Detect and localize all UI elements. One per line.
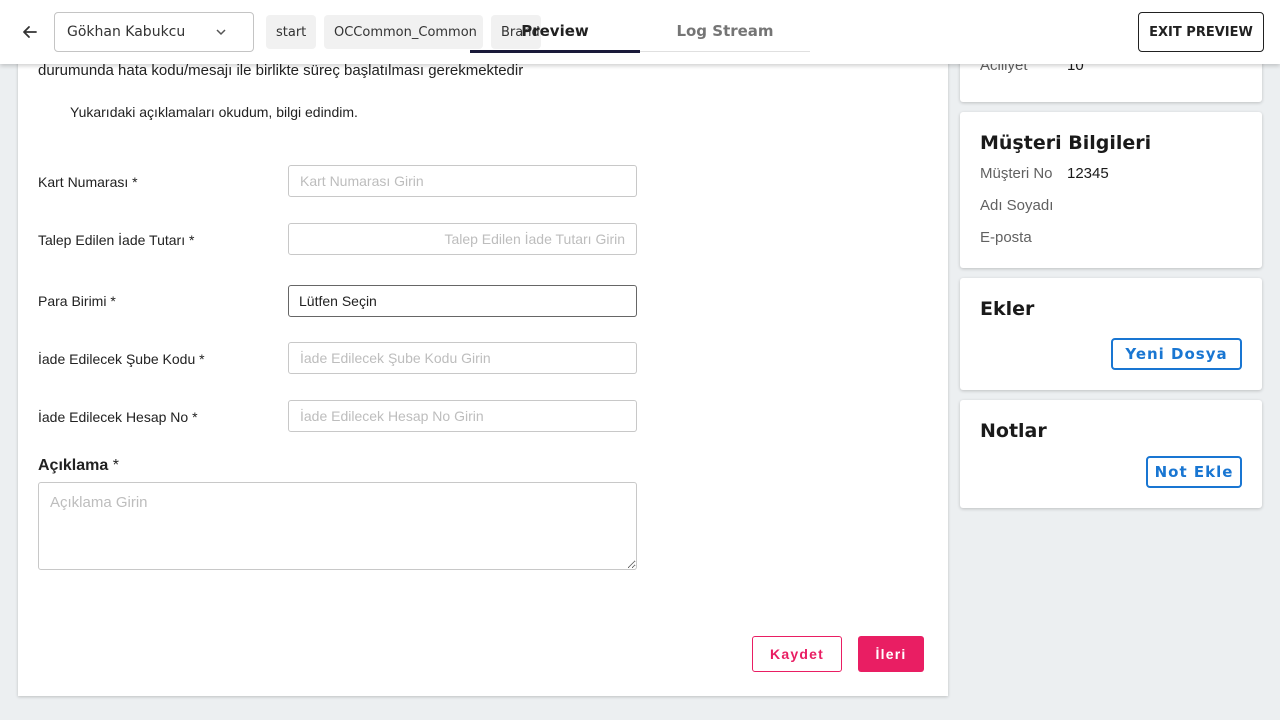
refund-amount-input[interactable] — [288, 223, 637, 255]
attachments-title: Ekler — [980, 298, 1035, 320]
save-button[interactable]: Kaydet — [752, 636, 842, 672]
chip-occommon[interactable]: OCCommon_Common — [324, 15, 483, 49]
full-name-label: Adı Soyadı — [980, 197, 1054, 214]
tab-preview[interactable]: Preview — [470, 10, 640, 53]
branch-code-input[interactable] — [288, 342, 637, 374]
top-bar: Gökhan Kabukcu start OCCommon_Common Bra… — [0, 0, 1280, 64]
currency-select-value: Lütfen Seçin — [299, 293, 377, 309]
intro-text: durumunda hata kodu/mesajı ile birlikte … — [38, 62, 524, 79]
notes-card: Notlar Not Ekle — [960, 400, 1262, 508]
account-no-input[interactable] — [288, 400, 637, 432]
tab-log-stream[interactable]: Log Stream — [640, 10, 810, 52]
add-note-button[interactable]: Not Ekle — [1146, 456, 1242, 488]
new-file-button[interactable]: Yeni Dosya — [1111, 338, 1242, 370]
description-label-text: Açıklama — [38, 457, 109, 474]
description-textarea[interactable] — [38, 482, 637, 570]
email-label: E-posta — [980, 229, 1032, 246]
user-select[interactable]: Gökhan Kabukcu — [54, 12, 254, 52]
branch-code-label: İade Edilecek Şube Kodu * — [38, 351, 205, 367]
account-no-label: İade Edilecek Hesap No * — [38, 409, 198, 425]
required-mark: * — [112, 457, 119, 474]
attachments-card: Ekler Yeni Dosya — [960, 278, 1262, 390]
card-number-input[interactable] — [288, 165, 637, 197]
description-label: Açıklama * — [38, 457, 119, 475]
form-card: durumunda hata kodu/mesajı ile birlikte … — [18, 30, 948, 696]
notes-title: Notlar — [980, 420, 1047, 442]
card-number-label: Kart Numarası * — [38, 174, 138, 190]
customer-info-card: Müşteri Bilgileri Müşteri No 12345 Adı S… — [960, 112, 1262, 268]
currency-label: Para Birimi * — [38, 293, 116, 309]
customer-no-value: 12345 — [1067, 165, 1109, 182]
next-button[interactable]: İleri — [858, 636, 924, 672]
exit-preview-button[interactable]: EXIT PREVIEW — [1138, 12, 1264, 52]
refund-amount-label: Talep Edilen İade Tutarı * — [38, 232, 195, 248]
acknowledgement-text: Yukarıdaki açıklamaları okudum, bilgi ed… — [70, 104, 358, 120]
currency-select[interactable]: Lütfen Seçin — [288, 285, 637, 317]
back-button[interactable] — [18, 20, 42, 44]
arrow-left-icon — [23, 26, 37, 38]
chevron-down-icon — [216, 29, 226, 36]
customer-no-label: Müşteri No — [980, 165, 1053, 182]
user-select-value: Gökhan Kabukcu — [67, 24, 186, 40]
chip-start[interactable]: start — [266, 15, 316, 49]
customer-info-title: Müşteri Bilgileri — [980, 132, 1152, 154]
view-tabs: Preview Log Stream — [470, 10, 810, 53]
